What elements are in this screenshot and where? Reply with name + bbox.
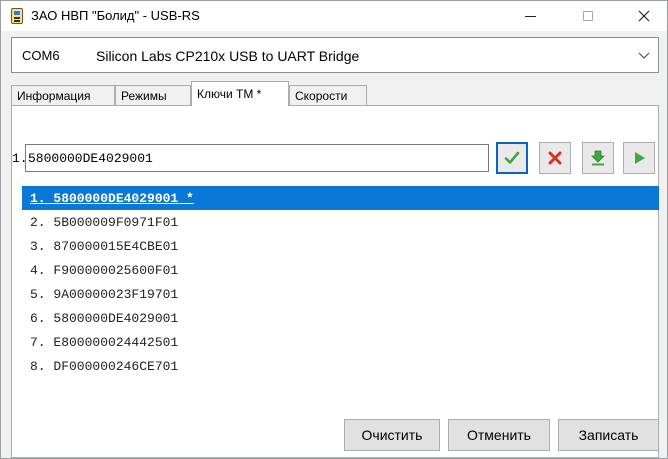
tab-information[interactable]: Информация	[11, 85, 115, 105]
key-list[interactable]: 1. 5800000DE4029001 * 2. 5B000009F0971F0…	[22, 186, 659, 408]
maximize-icon	[583, 11, 593, 21]
clear-button[interactable]: Очистить	[344, 419, 440, 451]
key-list-item[interactable]: 2. 5B000009F0971F01	[22, 210, 659, 234]
checkmark-icon	[504, 151, 520, 164]
usb-rs-device-icon	[11, 8, 23, 24]
port-description: Silicon Labs CP210x USB to UART Bridge	[96, 48, 360, 64]
load-key-button[interactable]	[582, 142, 614, 174]
key-list-item[interactable]: 4. F900000025600F01	[22, 258, 659, 282]
tab-tm-keys[interactable]: Ключи ТМ *	[191, 81, 289, 106]
tab-speeds[interactable]: Скорости	[289, 85, 367, 105]
key-list-item[interactable]: 3. 870000015E4CBE01	[22, 234, 659, 258]
tab-strip: Информация Режимы Ключи ТМ * Скорости	[11, 81, 659, 106]
download-arrow-icon	[591, 150, 605, 166]
delete-key-button[interactable]	[539, 142, 571, 174]
read-key-button[interactable]	[623, 142, 655, 174]
play-icon	[635, 152, 645, 164]
tab-modes[interactable]: Режимы	[115, 85, 191, 105]
window-title: ЗАО НВП "Болид" - USB-RS	[31, 8, 200, 23]
close-icon	[638, 10, 650, 22]
key-list-item[interactable]: 7. E800000024442501	[22, 330, 659, 354]
key-code-input[interactable]	[25, 144, 489, 172]
port-name: COM6	[22, 48, 60, 63]
chevron-down-icon	[638, 52, 650, 59]
red-cross-icon	[548, 151, 562, 165]
key-list-item[interactable]: 6. 5800000DE4029001	[22, 306, 659, 330]
maximize-button[interactable]	[565, 1, 611, 31]
port-select[interactable]: COM6 Silicon Labs CP210x USB to UART Bri…	[11, 37, 659, 73]
cancel-button[interactable]: Отменить	[448, 419, 550, 451]
key-list-item[interactable]: 1. 5800000DE4029001 *	[22, 186, 659, 210]
minimize-icon	[524, 15, 536, 17]
apply-key-button[interactable]	[496, 142, 528, 174]
write-button[interactable]: Записать	[558, 419, 659, 451]
minimize-button[interactable]	[507, 1, 553, 31]
close-button[interactable]	[621, 1, 667, 31]
key-list-item[interactable]: 5. 9A00000023F19701	[22, 282, 659, 306]
key-list-item[interactable]: 8. DF000000246CE701	[22, 354, 659, 378]
title-bar[interactable]: ЗАО НВП "Болид" - USB-RS	[1, 1, 667, 31]
app-window: ЗАО НВП "Болид" - USB-RS COM6 Silicon La…	[0, 0, 668, 459]
